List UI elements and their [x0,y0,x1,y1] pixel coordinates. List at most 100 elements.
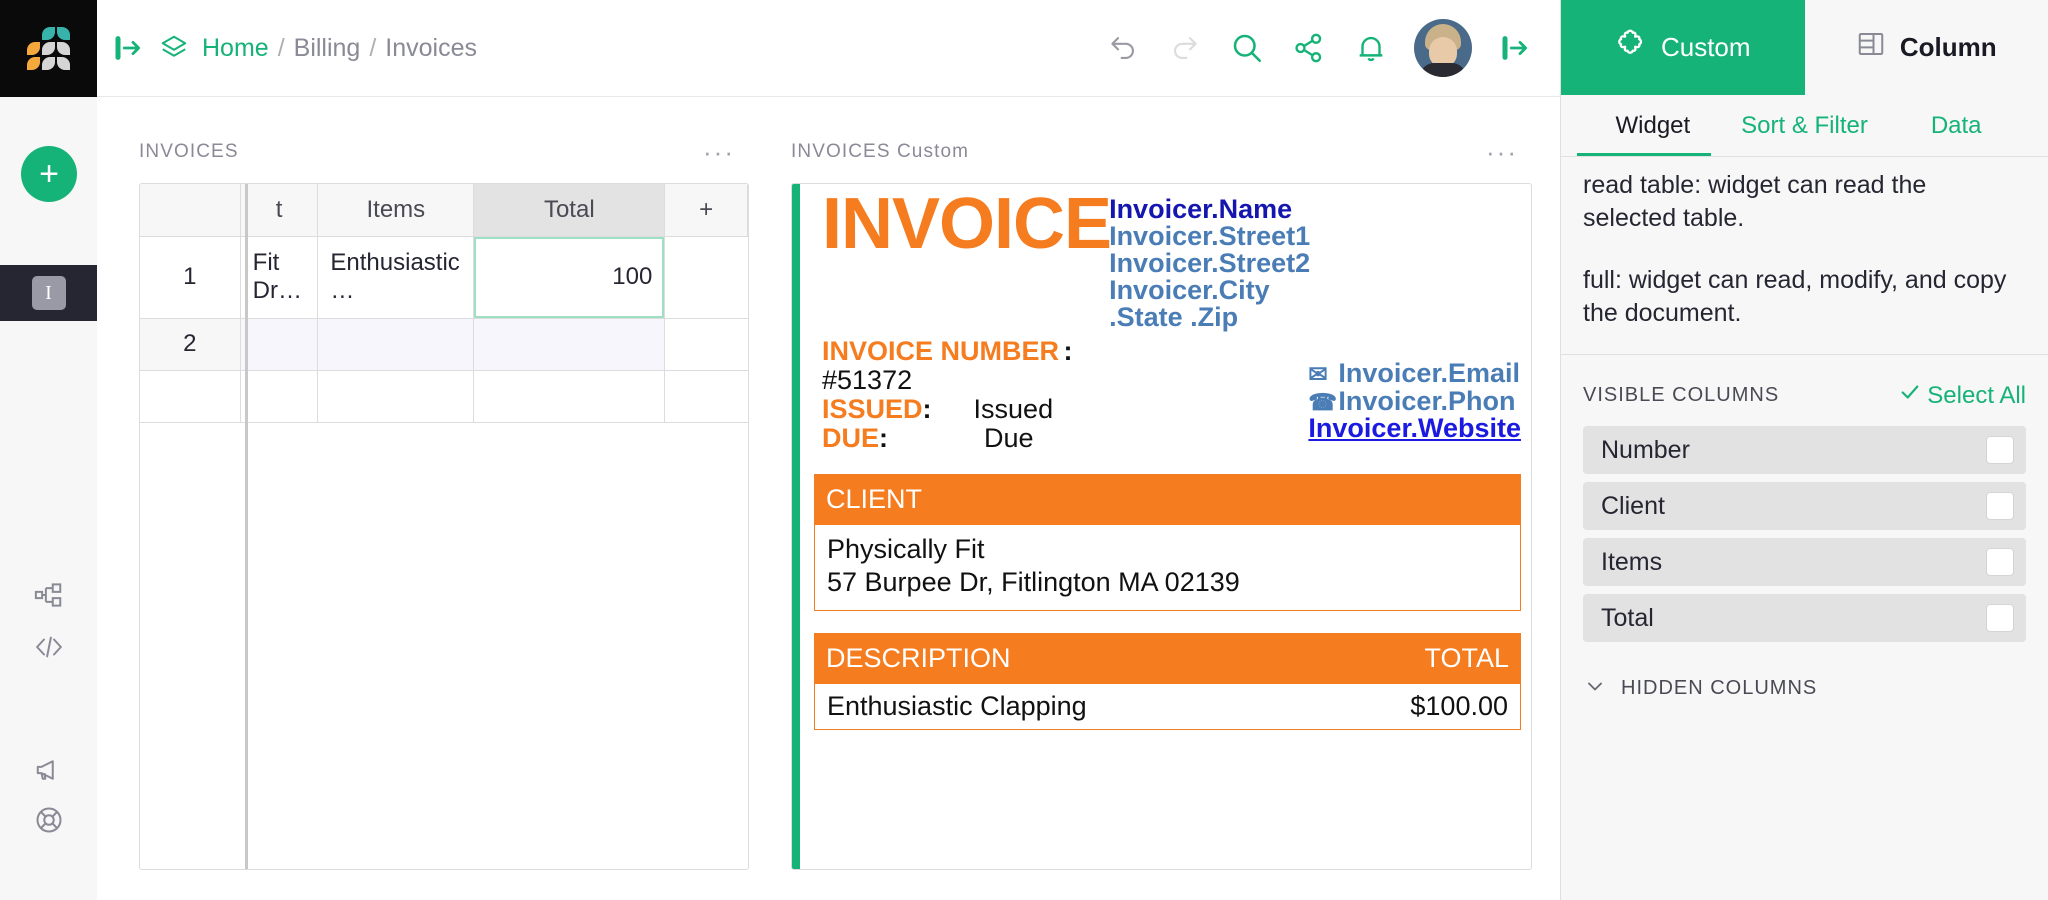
visible-column-label: Items [1601,548,1662,577]
cell-items[interactable]: Enthusiastic … [318,236,474,318]
add-column-button[interactable]: + [665,184,748,236]
column-checkbox[interactable] [1986,492,2014,520]
check-icon [1899,381,1921,410]
column-checkbox[interactable] [1986,604,2014,632]
invoicer-email: Invoicer.Email [1338,358,1520,388]
announcements-icon[interactable] [0,750,97,790]
column-header-total[interactable]: Total [474,184,665,236]
top-bar-actions [1092,17,1560,79]
invoicer-email-line: ✉Invoicer.Email [1308,360,1521,388]
help-read-table: read table: widget can read the selected… [1583,169,2026,236]
tab-custom-label: Custom [1661,32,1751,63]
top-bar: Home / Billing / Invoices [97,0,1560,97]
row-number-header [140,184,240,236]
visible-column-items[interactable]: Items [1583,538,2026,586]
column-checkbox[interactable] [1986,548,2014,576]
tab-custom[interactable]: Custom [1561,0,1805,95]
client-section-body: Physically Fit 57 Burpee Dr, Fitlington … [814,525,1521,611]
items-header-description: DESCRIPTION [826,643,1011,674]
visible-column-label: Total [1601,604,1654,633]
subtab-widget[interactable]: Widget [1577,95,1729,156]
row-number: 1 [140,236,240,318]
share-button[interactable] [1278,17,1340,79]
right-panel-tabs: Custom Column [1561,0,2048,95]
table-row[interactable]: 1 FitDr… Enthusiastic … 100 [140,236,748,318]
invoice-document: INVOICE Invoicer.Name Invoicer.Street1 I… [792,184,1531,869]
custom-widget-header: INVOICES Custom ··· [791,121,1532,183]
frozen-column-divider [245,184,248,869]
layers-icon [159,33,189,63]
visible-column-label: Client [1601,492,1665,521]
cell-total[interactable] [474,318,665,370]
column-header-client[interactable]: t [240,184,318,236]
add-new-label: + [39,157,59,191]
invoicer-street1: Invoicer.Street1 [1109,223,1310,250]
grid-table[interactable]: t Items Total + 1 FitDr… Enthusiastic … [139,183,749,870]
right-panel-subtabs: Widget Sort & Filter Data [1561,95,2048,157]
open-right-panel-icon[interactable] [1484,17,1546,79]
custom-widget-frame[interactable]: INVOICE Invoicer.Name Invoicer.Street1 I… [791,183,1532,870]
telephone-icon: ☎ [1308,391,1338,414]
breadcrumb-separator: / [269,34,294,63]
grist-logo[interactable] [0,0,97,97]
grid-widget-menu[interactable]: ··· [699,141,739,163]
app-root: + I [0,0,2048,900]
invoicer-phone: Invoicer.Phon [1338,386,1515,416]
user-avatar[interactable] [1414,19,1472,77]
invoice-issued-label: ISSUED [822,395,923,424]
right-panel: Custom Column Widget Sort & Filter Data … [1560,0,2048,900]
grid-widget-title: INVOICES [139,141,239,163]
breadcrumb-home[interactable]: Home [202,34,269,63]
breadcrumb-separator-2: / [360,34,385,63]
custom-widget-menu[interactable]: ··· [1482,141,1522,163]
undo-button[interactable] [1092,17,1154,79]
select-all-label: Select All [1927,382,2026,410]
subtab-sort-filter[interactable]: Sort & Filter [1729,95,1881,156]
custom-widget-title: INVOICES Custom [791,141,969,163]
grid-widget-header: INVOICES ··· [139,121,749,183]
raw-data-icon[interactable] [0,575,97,615]
add-new-button[interactable]: + [21,146,77,202]
notifications-button[interactable] [1340,17,1402,79]
visible-columns-list: Number Client Items Total [1583,426,2026,642]
main-column: Home / Billing / Invoices [97,0,1560,900]
column-checkbox[interactable] [1986,436,2014,464]
visible-column-total[interactable]: Total [1583,594,2026,642]
hidden-columns-section[interactable]: HIDDEN COLUMNS [1561,642,2048,703]
client-header-label: CLIENT [826,484,922,515]
subtab-data[interactable]: Data [1880,95,2032,156]
breadcrumb-document[interactable]: Invoices [385,34,477,63]
visible-columns-header: VISIBLE COLUMNS Select All [1583,381,2026,410]
invoice-number-label: INVOICE NUMBER [822,336,1059,366]
column-header-items[interactable]: Items [318,184,474,236]
client-section: CLIENT Physically Fit 57 Burpee Dr, Fitl… [814,474,1521,611]
table-row[interactable]: 2 [140,318,748,370]
cell-client[interactable]: FitDr… [240,236,318,318]
tab-column[interactable]: Column [1805,0,2048,95]
breadcrumb-workspace[interactable]: Billing [294,34,361,63]
breadcrumb: Home / Billing / Invoices [159,33,477,63]
envelope-icon: ✉ [1308,363,1338,386]
invoicer-website-link[interactable]: Invoicer.Website [1308,415,1521,443]
custom-widget: INVOICES Custom ··· INVOICE Invoicer.Nam… [777,97,1560,900]
cell-client[interactable] [240,318,318,370]
invoicer-city: Invoicer.City [1109,277,1310,304]
visible-column-number[interactable]: Number [1583,426,2026,474]
code-view-icon[interactable] [0,627,97,667]
sidebar-page-invoices[interactable]: I [0,265,97,321]
redo-button[interactable] [1154,17,1216,79]
invoice-number-colon: : [1063,336,1072,366]
help-center-icon[interactable] [0,800,97,840]
cell-empty [665,318,748,370]
hidden-columns-label: HIDDEN COLUMNS [1621,677,1817,700]
search-button[interactable] [1216,17,1278,79]
select-all-button[interactable]: Select All [1899,381,2026,410]
cell-total[interactable]: 100 [474,236,665,318]
cell-empty [665,236,748,318]
access-level-help: read table: widget can read the selected… [1561,157,2048,355]
visible-column-client[interactable]: Client [1583,482,2026,530]
chevron-down-icon [1583,674,1607,703]
cell-items[interactable] [318,318,474,370]
open-left-panel-icon[interactable] [97,33,159,63]
tab-column-label: Column [1900,32,1997,63]
